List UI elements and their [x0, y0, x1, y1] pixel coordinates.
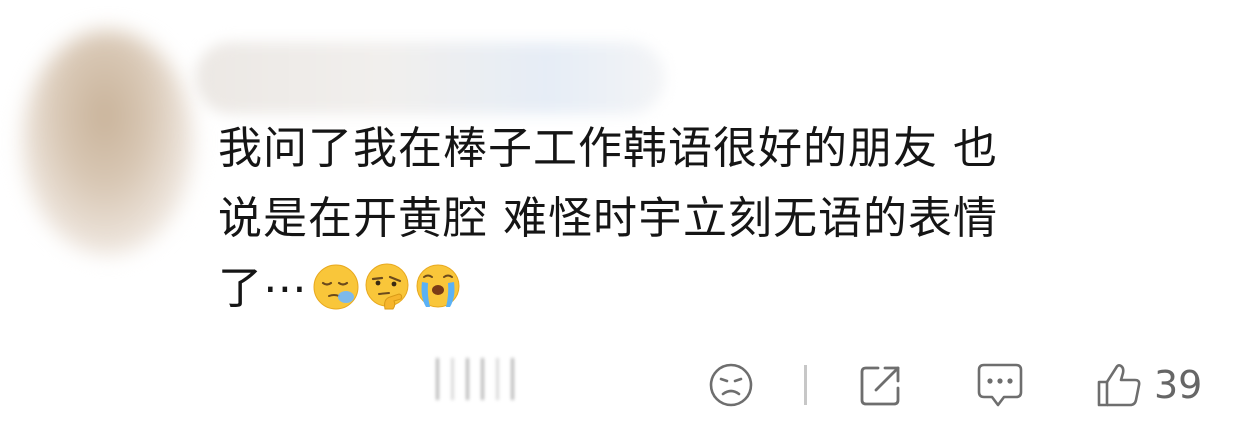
like-count: 39: [1154, 363, 1203, 407]
share-button[interactable]: [856, 358, 906, 412]
sad-face-icon: [709, 363, 753, 407]
action-divider: [804, 365, 807, 405]
comment-card: 我问了我在棒子工作韩语很好的朋友 也 说是在开黄腔 难怪时宇立刻无语的表情 了⋯: [0, 0, 1260, 432]
comment-line-1: 我问了我在棒子工作韩语很好的朋友 也: [218, 123, 998, 174]
reply-button[interactable]: [974, 358, 1026, 412]
comment-bubble-icon: [977, 363, 1023, 407]
thumbs-up-icon: [1097, 364, 1141, 407]
post-time-blurred: [436, 352, 576, 406]
thinking-face-emoji: [365, 263, 409, 310]
share-icon: [860, 366, 900, 406]
sleepy-face-emoji: [313, 264, 359, 310]
comment-line-3-text: 了⋯: [218, 263, 308, 314]
comment-text: 我问了我在棒子工作韩语很好的朋友 也 说是在开黄腔 难怪时宇立刻无语的表情 了⋯: [218, 114, 1218, 324]
avatar[interactable]: [22, 30, 194, 255]
comment-line-2: 说是在开黄腔 难怪时宇立刻无语的表情: [218, 193, 998, 244]
emoji-row: [312, 263, 462, 311]
like-button[interactable]: 39: [1094, 358, 1202, 412]
username-blurred[interactable]: [195, 42, 665, 114]
comment-line-3: 了⋯: [218, 254, 1218, 324]
crying-face-emoji: [416, 264, 460, 308]
react-button[interactable]: [706, 358, 756, 412]
